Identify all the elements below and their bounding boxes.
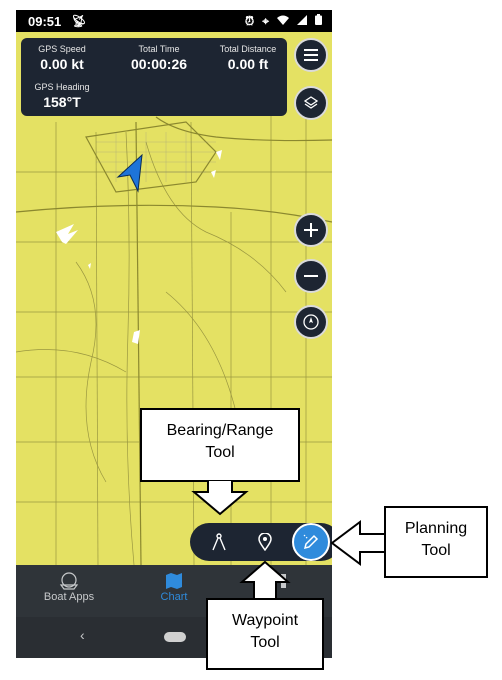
total-time-cell: Total Time 00:00:26 [119,44,199,72]
compass-button[interactable] [294,305,328,339]
gps-speed-label: GPS Speed [38,44,86,54]
back-chevron-icon[interactable]: ‹ [80,627,85,643]
status-time: 09:51 [28,13,62,29]
wifi-icon [277,14,289,28]
planning-tool-button[interactable] [292,523,330,561]
bearing-range-arrow [191,480,249,516]
zoom-out-icon [304,275,318,277]
gps-speed-value: 0.00 kt [40,56,84,72]
usb-debug-icon: 📡︎ [71,14,87,28]
gps-heading-cell: GPS Heading 158°T [29,82,95,110]
bearing-range-tool-button[interactable] [200,523,238,561]
nav-boat-apps-label: Boat Apps [43,591,95,603]
gps-info-panel: GPS Speed 0.00 kt Total Time 00:00:26 To… [21,38,287,116]
total-distance-label: Total Distance [219,44,277,54]
gps-speed-cell: GPS Speed 0.00 kt [29,44,95,72]
signal-icon [297,14,307,28]
menu-icon [304,49,318,61]
waypoint-pin-icon [258,533,272,551]
zoom-out-button[interactable] [294,259,328,293]
zoom-in-button[interactable] [294,213,328,247]
layers-icon [304,96,318,109]
boat-apps-icon [19,571,119,591]
waypoint-tool-button[interactable] [246,523,284,561]
planning-callout: Planning Tool [384,506,488,578]
planning-arrow [330,520,386,566]
gps-heading-label: GPS Heading [34,82,90,92]
alarm-icon: ⏰︎ [244,13,255,28]
status-bar: 09:51 📡︎ ⏰︎ ⌖ [16,10,332,32]
location-icon: ⌖ [262,13,269,28]
battery-icon [315,14,322,28]
bearing-range-callout: Bearing/Range Tool [140,408,300,482]
menu-button[interactable] [294,38,328,72]
waypoint-callout: Waypoint Tool [206,598,324,670]
zoom-in-icon [304,223,318,237]
total-time-value: 00:00:26 [130,56,188,72]
total-distance-cell: Total Distance 0.00 ft [211,44,285,72]
layers-button[interactable] [294,86,328,120]
waypoint-arrow [239,560,291,600]
chart-icon [124,571,224,591]
nav-boat-apps[interactable]: Boat Apps [19,571,119,603]
waypoint-callout-text: Waypoint Tool [231,612,299,651]
planning-callout-text: Planning Tool [404,520,468,559]
compass-icon [303,314,319,330]
total-distance-value: 0.00 ft [227,56,269,72]
bearing-range-icon [212,533,226,551]
planning-pencil-icon [303,534,319,550]
total-time-label: Total Time [138,44,180,54]
gps-heading-value: 158°T [43,94,81,110]
home-pill[interactable] [164,632,186,642]
bearing-range-callout-text: Bearing/Range Tool [166,422,274,461]
